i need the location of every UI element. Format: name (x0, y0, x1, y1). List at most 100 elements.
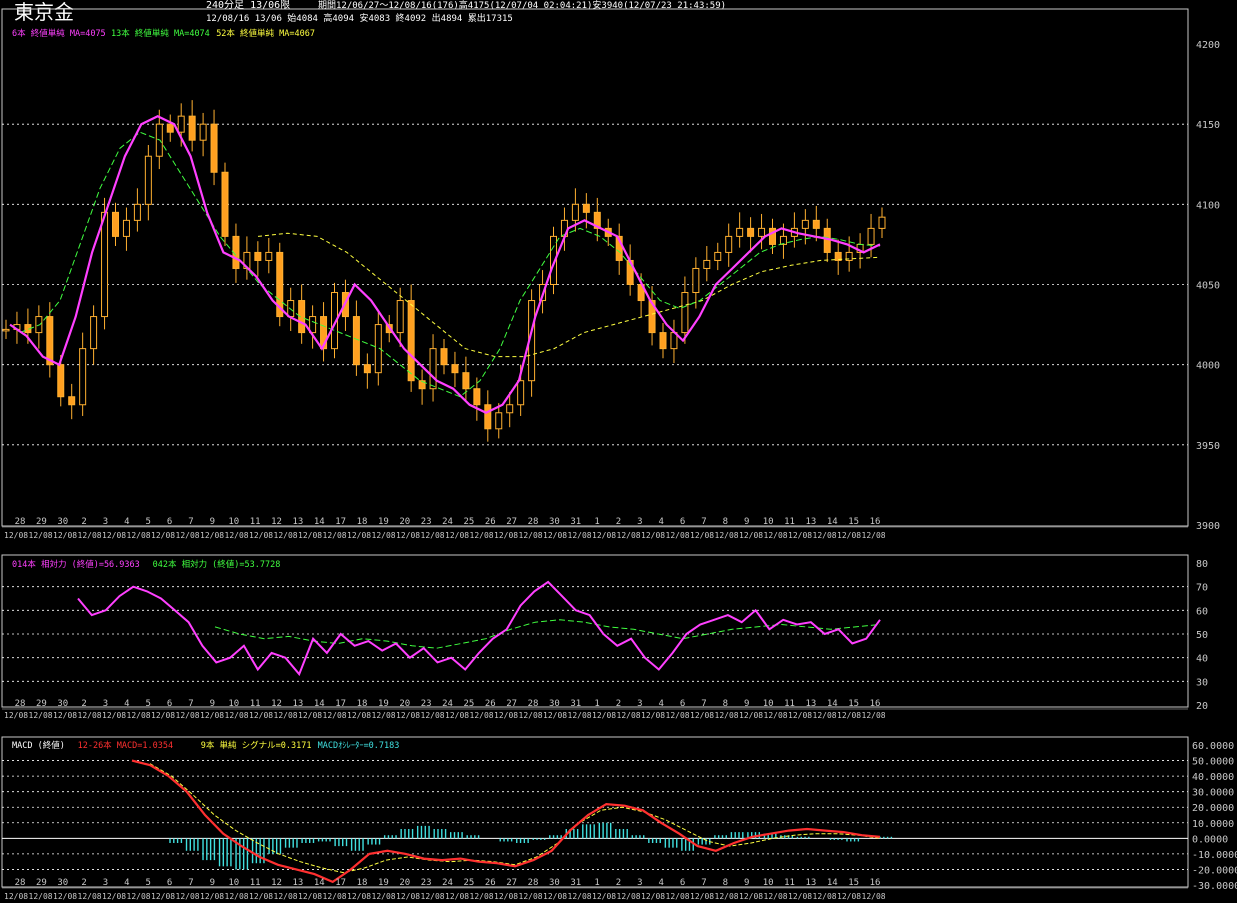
chart-canvas: 39003950400040504100415042006本 終値単純 MA=4… (1, 8, 1237, 901)
rsi-day-label: 17 (335, 699, 346, 709)
rsi-month-label: 12/08 (764, 711, 788, 720)
macd-day-label: 14 (314, 878, 325, 888)
rsi-day-label: 25 (463, 699, 474, 709)
macd-month-label: 12/08 (225, 892, 249, 901)
candle-body (57, 364, 65, 398)
rsi-day-label: 29 (36, 699, 47, 709)
macd-day-label: 13 (805, 878, 816, 888)
macd-day-label: 29 (36, 878, 47, 888)
rsi-month-label: 12/08 (4, 711, 28, 720)
rsi-day-label: 20 (399, 699, 410, 709)
rsi-month-label: 12/08 (102, 711, 126, 720)
rsi-day-label: 26 (485, 699, 496, 709)
price-day-label: 13 (292, 517, 303, 527)
candle-body (112, 211, 119, 237)
price-legend-2: 52本 終値単純 MA=4067 (216, 28, 315, 39)
rsi-day-label: 30 (549, 699, 560, 709)
candle-body (210, 123, 218, 173)
macd-legend-1: 12-26本 MACD=1.0354 (78, 740, 174, 751)
price-day-label: 3 (103, 517, 108, 527)
price-month-label: 12/08 (200, 531, 224, 540)
rsi-day-label: 2 (616, 699, 621, 709)
price-day-label: 25 (463, 517, 474, 527)
rsi-day-label: 10 (763, 699, 774, 709)
candle-body (79, 348, 87, 406)
rsi-month-label: 12/08 (396, 711, 420, 720)
macd-day-label: 15 (848, 878, 859, 888)
rsi-day-label: 8 (723, 699, 728, 709)
candle-body (101, 211, 109, 318)
candle-body (473, 388, 481, 406)
price-day-label: 14 (314, 517, 325, 527)
candle-body (582, 203, 590, 213)
macd-day-label: 3 (637, 878, 642, 888)
candle-body (177, 115, 185, 133)
macd-day-label: 25 (463, 878, 474, 888)
price-month-label: 12/08 (298, 531, 322, 540)
candle-body (681, 292, 689, 334)
price-month-label: 12/08 (617, 531, 641, 540)
rsi-day-label: 10 (228, 699, 239, 709)
price-day-label: 2 (81, 517, 86, 527)
rsi-month-label: 12/08 (862, 711, 886, 720)
macd-day-label: 30 (549, 878, 560, 888)
rsi-day-label: 19 (378, 699, 389, 709)
price-y-tick: 4200 (1196, 40, 1220, 51)
macd-month-label: 12/08 (4, 892, 28, 901)
ma6-line (9, 114, 881, 415)
price-day-label: 17 (335, 517, 346, 527)
macd-day-label: 28 (15, 878, 26, 888)
rsi-day-label: 16 (870, 699, 881, 709)
macd-day-label: 13 (292, 878, 303, 888)
macd-month-label: 12/08 (249, 892, 273, 901)
macd-y-tick: 40.0000 (1192, 772, 1234, 783)
price-day-label: 11 (784, 517, 795, 527)
candle-body (758, 227, 766, 237)
price-month-label: 12/08 (543, 531, 567, 540)
price-day-label: 24 (442, 517, 453, 527)
macd-month-label: 12/08 (274, 892, 298, 901)
candle-body (506, 404, 514, 414)
macd-month-label: 12/08 (543, 892, 567, 901)
price-day-label: 30 (57, 517, 68, 527)
candle-body (747, 227, 755, 237)
price-day-label: 20 (399, 517, 410, 527)
rsi-day-label: 13 (292, 699, 303, 709)
price-day-label: 13 (805, 517, 816, 527)
price-month-label: 12/08 (29, 531, 53, 540)
rsi-month-label: 12/08 (298, 711, 322, 720)
price-day-label: 15 (848, 517, 859, 527)
rsi-day-label: 9 (744, 699, 749, 709)
rsi-day-label: 14 (314, 699, 325, 709)
rsi-month-label: 12/08 (127, 711, 151, 720)
macd-day-label: 6 (167, 878, 172, 888)
macd-y-tick: 0.0000 (1192, 834, 1228, 845)
price-y-tick: 4050 (1196, 281, 1220, 292)
candle-body (801, 219, 809, 229)
price-month-label: 12/08 (666, 531, 690, 540)
macd-day-label: 20 (399, 878, 410, 888)
macd-month-label: 12/08 (176, 892, 200, 901)
price-month-label: 12/08 (764, 531, 788, 540)
candle-body (440, 348, 448, 366)
price-day-label: 9 (744, 517, 749, 527)
rsi-day-label: 27 (506, 699, 517, 709)
rsi-month-label: 12/08 (78, 711, 102, 720)
rsi-day-label: 15 (848, 699, 859, 709)
rsi-legend-1: 042本 相対力 (終値)=53.7728 (153, 559, 281, 570)
rsi-day-label: 28 (15, 699, 26, 709)
price-month-label: 12/08 (127, 531, 151, 540)
macd-day-label: 11 (250, 878, 261, 888)
price-day-label: 28 (528, 517, 539, 527)
price-day-label: 16 (870, 517, 881, 527)
macd-day-label: 2 (81, 878, 86, 888)
macd-legend-2: 9本 単純 シグナル=0.3171 (201, 740, 312, 751)
price-day-label: 11 (250, 517, 261, 527)
rsi-day-label: 18 (357, 699, 368, 709)
rsi-legend-0: 014本 相対力 (終値)=56.9363 (12, 559, 140, 570)
price-month-label: 12/08 (690, 531, 714, 540)
rsi-day-label: 12 (271, 699, 282, 709)
macd-day-label: 3 (103, 878, 108, 888)
macd-month-label: 12/08 (666, 892, 690, 901)
price-month-label: 12/08 (788, 531, 812, 540)
